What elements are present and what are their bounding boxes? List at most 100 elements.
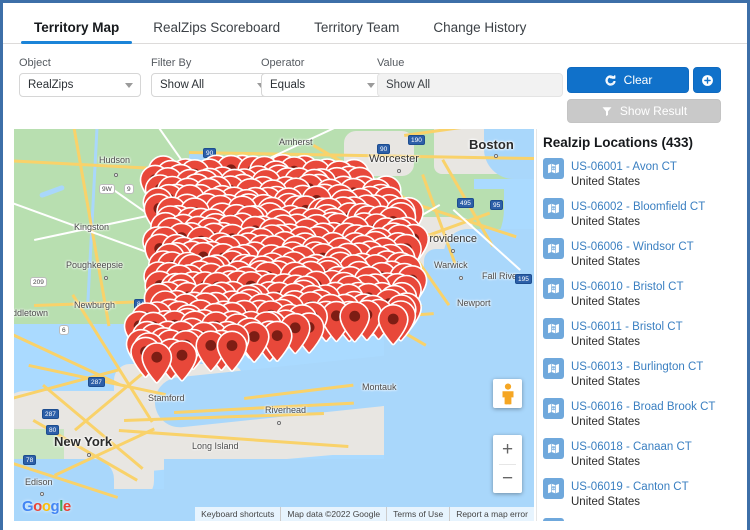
territory-marker-pin[interactable] (263, 321, 292, 361)
location-country: United States (571, 335, 683, 350)
map-label: Northampton (254, 160, 306, 170)
map-record-icon (543, 238, 564, 259)
territory-marker-pin[interactable] (220, 324, 249, 364)
list-item[interactable]: US-06013 - Burlington CTUnited States (539, 357, 745, 397)
map-label: Montauk (362, 382, 397, 392)
chevron-down-icon (367, 83, 375, 88)
map-highway-shield: 80 (46, 425, 59, 435)
value-input[interactable]: Show All (377, 73, 563, 97)
list-item[interactable]: US-06006 - Windsor CTUnited States (539, 237, 745, 277)
realzip-locations-title: Realzip Locations (433) (539, 129, 745, 157)
map-city-dot (40, 492, 44, 496)
terms-of-use-link[interactable]: Terms of Use (386, 507, 449, 521)
list-item[interactable]: US-06019 - Canton CT United States (539, 477, 745, 517)
location-name-link[interactable]: US-06019 - Canton CT (571, 481, 689, 493)
location-country: United States (571, 495, 689, 510)
map-highway-shield: 9W (99, 184, 115, 194)
street-view-pegman-button[interactable] (493, 379, 522, 408)
tab-territory-map[interactable]: Territory Map (17, 21, 136, 45)
territory-marker-pin[interactable] (235, 318, 264, 358)
keyboard-shortcuts-link[interactable]: Keyboard shortcuts (195, 507, 280, 521)
map-highway-shield: 90 (242, 183, 255, 193)
realzip-locations-panel[interactable]: Realzip Locations (433) US-06001 - Avon … (539, 129, 745, 530)
map-label: Stamford (148, 393, 185, 403)
zoom-controls[interactable]: + − (493, 435, 522, 493)
map-record-icon (543, 318, 564, 339)
tab-change-history[interactable]: Change History (416, 21, 543, 45)
map-city-dot (459, 276, 463, 280)
territory-marker-pin[interactable] (177, 318, 206, 358)
list-item[interactable]: US-06018 - Canaan CTUnited States (539, 437, 745, 477)
list-item-text: US-06001 - Avon CTUnited States (571, 157, 677, 190)
list-item-text: US-06006 - Windsor CTUnited States (571, 237, 694, 270)
map-highway-shield: 195 (515, 274, 532, 284)
list-item[interactable]: US-06001 - Avon CTUnited States (539, 157, 745, 197)
map-highway-shield: 6 (59, 325, 69, 335)
map-label: Kingston (74, 222, 109, 232)
location-name-link[interactable]: US-06002 - Bloomfield CT (571, 201, 705, 213)
territory-marker-pin[interactable] (140, 324, 169, 364)
location-name-link[interactable]: US-06006 - Windsor CT (571, 241, 694, 253)
list-item-text: US-06011 - Bristol CT United States (571, 317, 683, 350)
map-highway-shield: 84 (134, 299, 147, 309)
zoom-in-button[interactable]: + (493, 435, 522, 464)
map-label: Hudson (99, 155, 130, 165)
location-name-link[interactable]: US-06001 - Avon CT (571, 161, 677, 173)
territory-marker-pin[interactable] (167, 321, 196, 361)
clear-button[interactable]: Clear (567, 67, 689, 93)
object-select[interactable]: RealZips (19, 73, 141, 97)
map-label: Edison (25, 477, 53, 487)
map-label: New York (54, 434, 112, 449)
list-item[interactable]: US-06002 - Bloomfield CTUnited States (539, 197, 745, 237)
add-filter-button[interactable] (693, 67, 721, 93)
list-item[interactable]: US-06010 - Bristol CTUnited States (539, 277, 745, 317)
realzips-territory-map-app: Territory Map RealZips Scoreboard Territ… (0, 0, 750, 530)
location-name-link[interactable]: US-06016 - Broad Brook CT (571, 401, 715, 413)
map-record-icon (543, 478, 564, 499)
tab-label: RealZips Scoreboard (153, 20, 280, 35)
filter-by-field-group: Filter By Show All (151, 57, 273, 97)
filter-by-select[interactable]: Show All (151, 73, 273, 97)
map-record-icon (543, 438, 564, 459)
tab-territory-team[interactable]: Territory Team (297, 21, 416, 45)
territory-marker-pin[interactable] (153, 321, 182, 361)
location-name-link[interactable]: US-06018 - Canaan CT (571, 441, 692, 453)
map-city-dot (104, 276, 108, 280)
object-field-group: Object RealZips (19, 57, 141, 97)
map-label: ddletown (14, 308, 48, 318)
map-label: Warwick (434, 260, 468, 270)
value-input-text: Show All (386, 79, 430, 91)
territory-google-map[interactable]: Boston Worcester Amherst Northampton Hud… (14, 129, 534, 521)
refresh-icon (604, 74, 617, 87)
object-select-value: RealZips (28, 79, 73, 91)
list-item[interactable]: US-06016 - Broad Brook CT United States (539, 397, 745, 437)
map-record-icon (543, 198, 564, 219)
report-map-error-link[interactable]: Report a map error (449, 507, 534, 521)
location-name-link[interactable]: US-06011 - Bristol CT (571, 321, 683, 333)
map-highway-shield: 95 (352, 307, 365, 317)
list-item-text: US-06018 - Canaan CTUnited States (571, 437, 692, 470)
show-result-button[interactable]: Show Result (567, 99, 721, 123)
territory-marker-pin[interactable] (255, 321, 284, 361)
map-highway-shield: 190 (408, 135, 425, 145)
territory-marker-pin[interactable] (133, 322, 162, 362)
filter-bar: Object RealZips Filter By Show All Opera… (3, 47, 747, 125)
map-highway-shield: 95 (261, 343, 274, 353)
filter-by-select-value: Show All (160, 79, 204, 91)
tab-realzips-scoreboard[interactable]: RealZips Scoreboard (136, 21, 297, 45)
location-name-link[interactable]: US-06010 - Bristol CT (571, 281, 683, 293)
zoom-out-button[interactable]: − (493, 464, 522, 493)
plus-circle-icon (701, 74, 714, 87)
location-name-link[interactable]: US-06013 - Burlington CT (571, 361, 703, 373)
location-country: United States (571, 415, 715, 430)
tab-label: Territory Team (314, 20, 399, 35)
map-highway-shield: 78 (23, 455, 36, 465)
map-record-icon (543, 158, 564, 179)
operator-select[interactable]: Equals (261, 73, 383, 97)
tab-label: Territory Map (34, 20, 119, 35)
map-attribution-bar: Keyboard shortcuts Map data ©2022 Google… (195, 507, 534, 521)
operator-label: Operator (261, 57, 383, 69)
list-item[interactable]: US-06011 - Bristol CT United States (539, 317, 745, 357)
map-city-dot (277, 421, 281, 425)
territory-marker-pin[interactable] (150, 328, 179, 368)
